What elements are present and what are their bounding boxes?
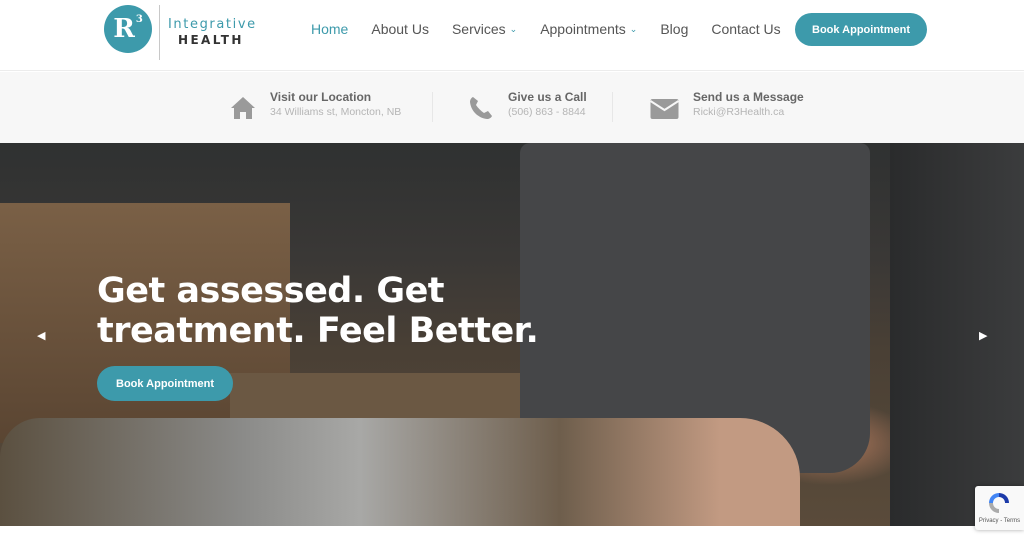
nav-blog-label: Blog [660, 21, 689, 37]
phone-icon [470, 97, 492, 119]
main-nav: Home About Us Services ⌄ Appointments ⌄ Bl… [311, 20, 804, 38]
contact-info-bar: Visit our Location 34 Williams st, Monct… [0, 72, 1024, 143]
nav-services-label: Services [451, 21, 506, 37]
logo-text-health: HEALTH [178, 33, 244, 47]
logo[interactable]: R3 Integrative HEALTH [104, 5, 264, 60]
logo-mark-sup: 3 [135, 13, 143, 25]
hero-book-appointment-button[interactable]: Book Appointment [97, 366, 233, 401]
info-email-address[interactable]: Ricki@R3Health.ca [693, 106, 804, 118]
home-icon [231, 97, 255, 119]
nav-home[interactable]: Home [311, 21, 348, 37]
nav-home-label: Home [311, 21, 349, 37]
nav-appointments-label: Appointments [540, 21, 626, 37]
info-location-title: Visit our Location [270, 90, 372, 104]
nav-contact-label: Contact Us [711, 21, 781, 37]
info-divider [612, 92, 613, 122]
hero-title: Get assessed. Get treatment. Feel Better… [97, 271, 539, 351]
slider-prev-arrow-icon[interactable]: ◀ [37, 329, 49, 343]
chevron-down-icon: ⌄ [509, 23, 518, 34]
logo-mark-letter: R [113, 14, 135, 44]
recaptcha-badge[interactable]: Privacy - Terms [975, 486, 1024, 530]
info-email-title: Send us a Message [693, 90, 804, 104]
logo-divider [159, 5, 160, 60]
header-book-appointment-button[interactable]: Book Appointment [795, 13, 927, 46]
slider-next-arrow-icon[interactable]: ▶ [979, 329, 991, 343]
hero-title-line2: treatment. Feel Better. [97, 311, 539, 351]
envelope-icon [649, 99, 680, 119]
nav-about-label: About Us [371, 21, 429, 37]
nav-about-us[interactable]: About Us [371, 21, 429, 37]
info-phone-title: Give us a Call [508, 90, 587, 104]
nav-services[interactable]: Services ⌄ [452, 21, 517, 37]
nav-blog[interactable]: Blog [660, 21, 688, 37]
info-location-address: 34 Williams st, Moncton, NB [270, 106, 402, 118]
hero-slider: Get assessed. Get treatment. Feel Better… [0, 143, 1024, 526]
info-phone: Give us a Call (506) 863 - 8844 [467, 90, 587, 122]
hero-background-rack [890, 143, 1024, 526]
hero-title-line1: Get assessed. Get [97, 271, 445, 311]
logo-text-integrative: Integrative [168, 17, 257, 32]
chevron-down-icon: ⌄ [629, 23, 638, 34]
info-location: Visit our Location 34 Williams st, Monct… [229, 90, 401, 122]
info-divider [432, 92, 433, 122]
info-phone-number[interactable]: (506) 863 - 8844 [508, 106, 587, 118]
site-header: R3 Integrative HEALTH Home About Us Serv… [0, 0, 1024, 71]
recaptcha-privacy-terms[interactable]: Privacy - Terms [975, 518, 1024, 524]
logo-mark: R3 [104, 5, 152, 53]
hero-patient [0, 418, 800, 526]
nav-contact-us[interactable]: Contact Us [711, 21, 780, 37]
recaptcha-icon [989, 493, 1009, 513]
nav-appointments[interactable]: Appointments ⌄ [540, 21, 637, 37]
info-email: Send us a Message Ricki@R3Health.ca [649, 90, 804, 122]
